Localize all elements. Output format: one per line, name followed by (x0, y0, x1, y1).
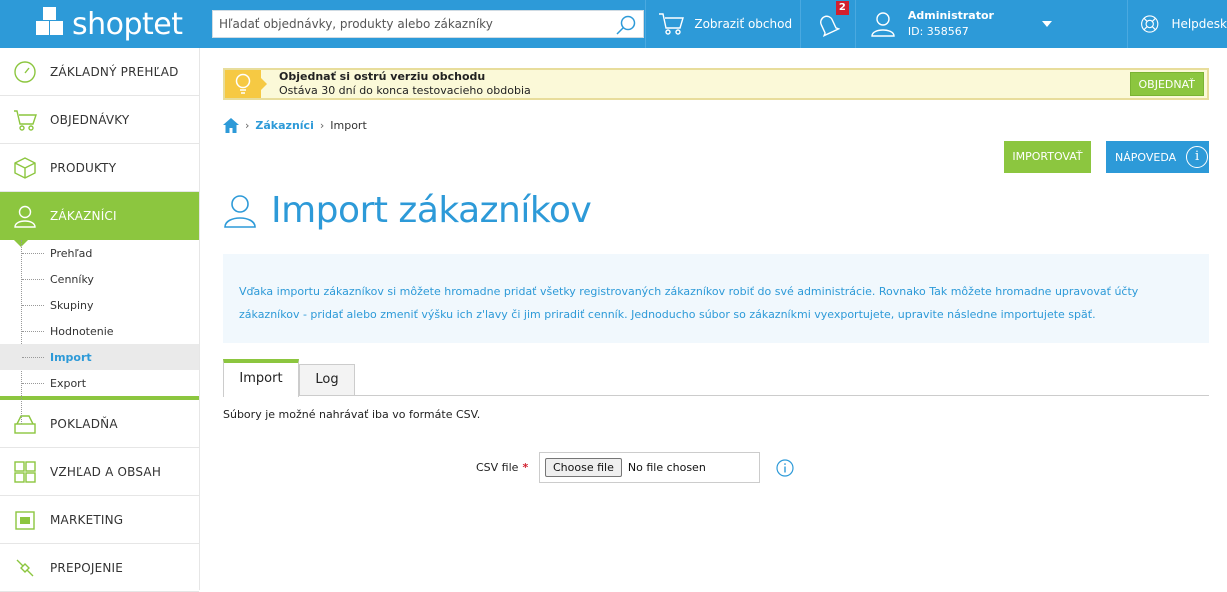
logo-icon (36, 7, 70, 41)
info-box: Vďaka importu zákazníkov si môžete hroma… (223, 254, 1209, 343)
plug-icon (16, 559, 34, 576)
megaphone-icon (15, 510, 35, 530)
admin-id: ID: 358567 (907, 25, 969, 38)
order-button[interactable]: OBJEDNAŤ (1129, 72, 1204, 96)
logo[interactable]: shoptet (0, 0, 194, 48)
breadcrumb-separator: › (319, 119, 325, 132)
choose-file-button[interactable]: Choose file (545, 458, 622, 477)
help-button-label: NÁPOVEDA (1115, 150, 1177, 164)
sidebar-item-label: MARKETING (50, 512, 124, 527)
helpdesk-label: Helpdesk (1171, 17, 1227, 31)
search-area (194, 0, 645, 48)
subnav-item-export[interactable]: Export (0, 370, 199, 396)
notifications-button[interactable]: 2 (799, 0, 855, 48)
trial-banner: Objednať si ostrú verziu obchodu Ostáva … (223, 68, 1209, 100)
sidebar-item-dashboard[interactable]: ZÁKLADNÝ PREHĽAD (0, 48, 199, 96)
sidebar-item-label: OBJEDNÁVKY (50, 112, 130, 127)
import-button[interactable]: IMPORTOVAŤ (1004, 141, 1091, 173)
box-icon (14, 156, 36, 179)
sidebar-item-orders[interactable]: OBJEDNÁVKY (0, 96, 199, 144)
lifebuoy-icon (1141, 15, 1159, 33)
help-button[interactable]: NÁPOVEDA i (1106, 141, 1209, 173)
subnav-item-overview[interactable]: Prehľad (0, 240, 199, 266)
sidebar-item-label: VZHĽAD A OBSAH (50, 464, 162, 479)
required-mark: * (522, 461, 529, 474)
subnav-item-import[interactable]: Import (0, 344, 199, 370)
sidebar-item-label: POKLADŇA (50, 416, 118, 431)
cart-icon (659, 13, 685, 35)
csv-file-input[interactable]: Choose file No file chosen (539, 452, 760, 483)
admin-name: Administrator (907, 9, 994, 22)
sidebar-item-appearance[interactable]: VZHĽAD A OBSAH (0, 448, 199, 496)
tab-import[interactable]: Import (223, 359, 299, 397)
banner-title: Objednať si ostrú verziu obchodu (279, 70, 486, 83)
search-box[interactable] (211, 10, 644, 38)
helpdesk-button[interactable]: Helpdesk (1127, 0, 1227, 48)
subnav-item-pricelists[interactable]: Cenníky (0, 266, 199, 292)
sidebar-item-label: PRODUKTY (50, 160, 117, 175)
tabs: Import Log (223, 359, 1209, 397)
page-title-text: Import zákazníkov (271, 190, 592, 231)
csv-file-row: CSV file * Choose file No file chosen (223, 452, 1209, 484)
view-shop-button[interactable]: Zobraziť obchod (645, 0, 800, 48)
banner-text: Ostáva 30 dní do konca testovacieho obdo… (279, 84, 531, 97)
search-input[interactable] (212, 11, 643, 37)
layout-icon (14, 460, 36, 483)
register-icon (14, 414, 36, 434)
sidebar-item-connections[interactable]: PREPOJENIE (0, 544, 199, 592)
user-icon (871, 12, 895, 37)
dashboard-icon (14, 60, 36, 83)
sidebar-item-marketing[interactable]: MARKETING (0, 496, 199, 544)
csv-file-label: CSV file * (476, 461, 528, 474)
sidebar-item-label: ZÁKLADNÝ PREHĽAD (50, 64, 179, 79)
home-icon[interactable] (223, 118, 239, 133)
sidebar-item-register[interactable]: POKLADŇA (0, 400, 199, 448)
user-icon (224, 194, 256, 228)
sidebar-item-label: PREPOJENIE (50, 560, 124, 575)
page-title: Import zákazníkov (223, 190, 592, 231)
lightbulb-icon (225, 70, 267, 98)
csv-file-label-text: CSV file (476, 461, 519, 474)
breadcrumb-current: Import (330, 119, 367, 132)
search-icon[interactable] (615, 14, 637, 36)
view-shop-label: Zobraziť obchod (694, 17, 793, 31)
cart-icon (14, 109, 37, 131)
sidebar-item-label: ZÁKAZNÍCI (50, 209, 117, 223)
breadcrumb-customers[interactable]: Zákazníci (255, 119, 313, 132)
subnav-item-groups[interactable]: Skupiny (0, 292, 199, 318)
tab-log[interactable]: Log (299, 364, 355, 396)
breadcrumb-separator: › (245, 119, 250, 132)
subnav-item-ratings[interactable]: Hodnotenie (0, 318, 199, 344)
info-icon: i (1186, 146, 1209, 168)
admin-menu[interactable]: Administrator ID: 358567 (854, 0, 1127, 48)
logo-text: shoptet (72, 6, 183, 42)
notifications-badge: 2 (835, 1, 849, 15)
customers-submenu: Prehľad Cenníky Skupiny Hodnotenie Impor… (0, 240, 199, 424)
top-bar: shoptet Zobraziť obchod 2 Admini (0, 0, 1227, 48)
sidebar: ZÁKLADNÝ PREHĽAD OBJEDNÁVKY PRODUKTY ZÁK… (0, 48, 200, 592)
breadcrumb: › Zákazníci › Import (223, 118, 367, 133)
chevron-down-icon[interactable] (1041, 21, 1052, 27)
file-status: No file chosen (627, 461, 706, 474)
sidebar-item-products[interactable]: PRODUKTY (0, 144, 199, 192)
user-icon (14, 205, 36, 228)
info-icon[interactable] (776, 459, 794, 477)
csv-note: Súbory je možné nahrávať iba vo formáte … (223, 408, 481, 421)
sidebar-item-customers[interactable]: ZÁKAZNÍCI (0, 192, 199, 247)
